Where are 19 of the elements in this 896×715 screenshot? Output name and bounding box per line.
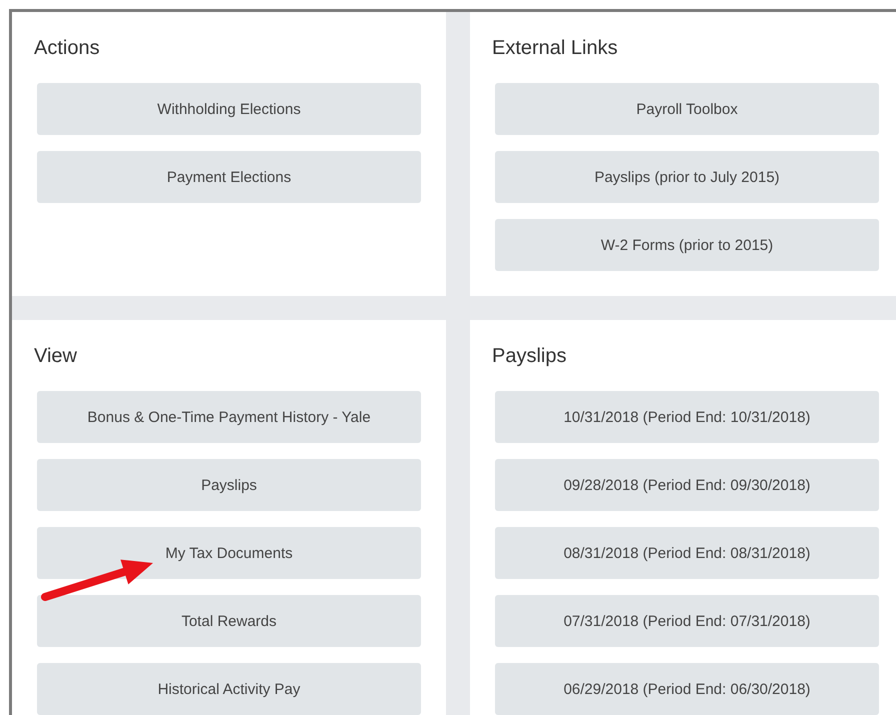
section-title: Payslips bbox=[492, 344, 568, 368]
link-button[interactable]: Payslips (prior to July 2015) bbox=[495, 151, 879, 203]
section-title: External Links bbox=[492, 36, 619, 60]
section-title: View bbox=[34, 344, 78, 368]
link-button[interactable]: Payment Elections bbox=[37, 151, 421, 203]
link-button[interactable]: Bonus & One-Time Payment History - Yale bbox=[37, 391, 421, 443]
link-button[interactable]: My Tax Documents bbox=[37, 527, 421, 579]
link-button[interactable]: W-2 Forms (prior to 2015) bbox=[495, 219, 879, 271]
link-button[interactable]: Payroll Toolbox bbox=[495, 83, 879, 135]
link-button[interactable]: 10/31/2018 (Period End: 10/31/2018) bbox=[495, 391, 879, 443]
section-title: Actions bbox=[34, 36, 101, 60]
link-button[interactable]: 06/29/2018 (Period End: 06/30/2018) bbox=[495, 663, 879, 715]
link-button[interactable]: 09/28/2018 (Period End: 09/30/2018) bbox=[495, 459, 879, 511]
link-button[interactable]: 08/31/2018 (Period End: 08/31/2018) bbox=[495, 527, 879, 579]
link-button[interactable]: Total Rewards bbox=[37, 595, 421, 647]
link-button[interactable]: Historical Activity Pay bbox=[37, 663, 421, 715]
link-button[interactable]: 07/31/2018 (Period End: 07/31/2018) bbox=[495, 595, 879, 647]
link-button[interactable]: Payslips bbox=[37, 459, 421, 511]
link-button[interactable]: Withholding Elections bbox=[37, 83, 421, 135]
